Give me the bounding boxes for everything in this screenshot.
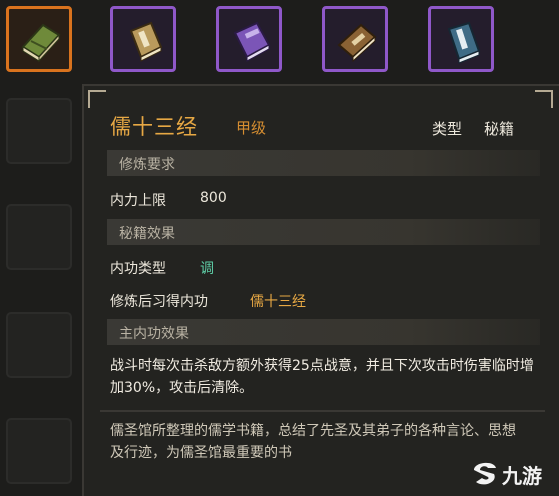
item-description: 儒圣馆所整理的儒学书籍，总结了先圣及其弟子的各种言论、思想及行迹，为儒圣馆最重要… [110, 423, 516, 461]
green-scroll-book-icon [21, 23, 61, 63]
tan-book-icon [129, 21, 163, 62]
inventory-slot-side-4[interactable] [6, 418, 72, 484]
inventory-slot-2[interactable] [110, 6, 176, 72]
watermark-logo: 九游 [468, 456, 554, 490]
inventory-slot-side-3[interactable] [6, 312, 72, 378]
inventory-slot-3[interactable] [216, 6, 282, 72]
section-header-requirements: 修炼要求 [107, 150, 540, 176]
kungfu-type-label: 内功类型 [110, 261, 166, 277]
item-grade: 甲级 [236, 119, 267, 137]
watermark-logo-icon [474, 462, 496, 485]
inventory-slot-5[interactable] [428, 6, 494, 72]
section-title: 修炼要求 [119, 157, 175, 173]
inventory-slot-1[interactable] [6, 6, 72, 72]
kungfu-type-value: 调 [200, 261, 214, 277]
panel-corner-ornament [535, 90, 553, 108]
item-name: 儒十三经 [110, 115, 198, 139]
watermark-text: 九游 [502, 464, 542, 488]
section-title: 秘籍效果 [119, 226, 175, 242]
max-inner-value: 800 [200, 190, 227, 206]
learned-kungfu-label: 修炼后习得内功 [110, 294, 208, 310]
item-type-label: 类型 [432, 120, 463, 138]
learned-kungfu-value: 儒十三经 [250, 294, 306, 310]
section-header-effects: 秘籍效果 [107, 219, 540, 245]
panel-corner-ornament [88, 90, 106, 108]
divider [100, 410, 545, 412]
section-title: 主内功效果 [119, 326, 189, 342]
item-type-value: 秘籍 [484, 120, 515, 138]
inventory-slot-4[interactable] [322, 6, 388, 72]
max-inner-label: 内力上限 [110, 193, 166, 209]
blue-book-icon [447, 21, 481, 64]
purple-book-icon [233, 21, 271, 62]
section-header-main-effect: 主内功效果 [107, 319, 540, 345]
brown-book-icon [337, 23, 377, 63]
inventory-slot-side-2[interactable] [6, 204, 72, 270]
inventory-slot-side-1[interactable] [6, 98, 72, 164]
main-effect-text: 战斗时每次击杀敌方额外获得25点战意，并且下次攻击时伤害临时增加30%，攻击后清… [110, 358, 534, 396]
